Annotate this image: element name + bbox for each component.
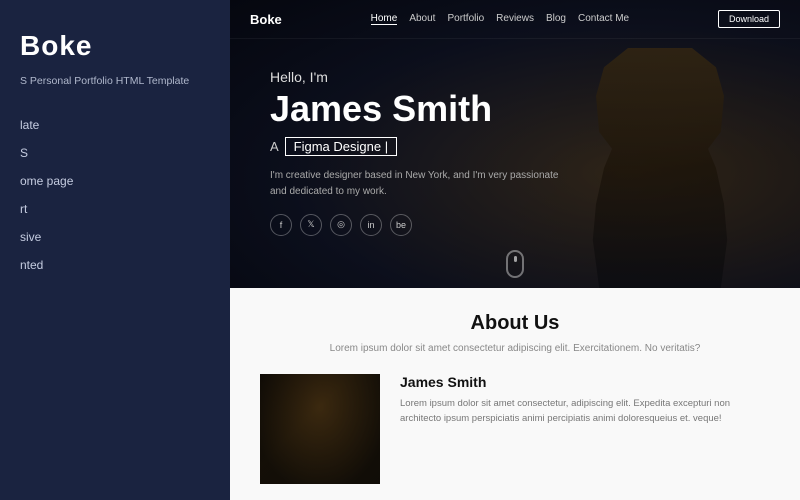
hero-section: Boke Home About Portfolio Reviews Blog C…: [230, 0, 800, 288]
main-content: Boke Home About Portfolio Reviews Blog C…: [230, 0, 800, 500]
social-linkedin-icon[interactable]: in: [360, 214, 382, 236]
sidebar-item-3[interactable]: ome page: [20, 171, 210, 191]
download-button[interactable]: Download: [718, 10, 780, 28]
about-text-block: James Smith Lorem ipsum dolor sit amet c…: [400, 374, 770, 484]
hero-content: Hello, I'm James Smith A Figma Designe |…: [230, 39, 800, 288]
sidebar-item-4[interactable]: rt: [20, 199, 210, 219]
about-title: About Us: [260, 312, 770, 335]
nav-link-blog[interactable]: Blog: [546, 13, 566, 25]
hero-name: James Smith: [270, 89, 760, 129]
hero-description: I'm creative designer based in New York,…: [270, 168, 570, 200]
hero-role-title: Figma Designe |: [285, 137, 397, 156]
sidebar: Boke S Personal Portfolio HTML Template …: [0, 0, 230, 500]
sidebar-item-5[interactable]: sive: [20, 227, 210, 247]
about-person-name: James Smith: [400, 374, 770, 390]
hero-greeting: Hello, I'm: [270, 69, 760, 85]
about-image: [260, 374, 380, 484]
social-facebook-icon[interactable]: f: [270, 214, 292, 236]
social-instagram-icon[interactable]: ◎: [330, 214, 352, 236]
nav-link-portfolio[interactable]: Portfolio: [447, 13, 484, 25]
about-image-overlay: [260, 374, 380, 484]
sidebar-item-2[interactable]: S: [20, 143, 210, 163]
about-intro: Lorem ipsum dolor sit amet consectetur a…: [330, 341, 701, 356]
sidebar-item-6[interactable]: nted: [20, 255, 210, 275]
nav-logo: Boke: [250, 12, 282, 27]
about-section: About Us Lorem ipsum dolor sit amet cons…: [230, 288, 800, 500]
sidebar-title: Boke: [20, 30, 210, 62]
nav-link-home[interactable]: Home: [371, 13, 398, 25]
social-icons: f 𝕏 ◎ in be: [270, 214, 760, 236]
hero-role-a: A: [270, 139, 279, 154]
nav-links: Home About Portfolio Reviews Blog Contac…: [371, 13, 629, 25]
social-behance-icon[interactable]: be: [390, 214, 412, 236]
hero-role: A Figma Designe |: [270, 137, 760, 156]
nav-link-contact[interactable]: Contact Me: [578, 13, 629, 25]
navbar: Boke Home About Portfolio Reviews Blog C…: [230, 0, 800, 39]
social-twitter-icon[interactable]: 𝕏: [300, 214, 322, 236]
nav-link-about[interactable]: About: [409, 13, 435, 25]
sidebar-subtitle: S Personal Portfolio HTML Template: [20, 74, 210, 89]
sidebar-item-1[interactable]: late: [20, 115, 210, 135]
nav-link-reviews[interactable]: Reviews: [496, 13, 534, 25]
about-person-description: Lorem ipsum dolor sit amet consectetur, …: [400, 396, 770, 426]
about-body: James Smith Lorem ipsum dolor sit amet c…: [260, 374, 770, 484]
